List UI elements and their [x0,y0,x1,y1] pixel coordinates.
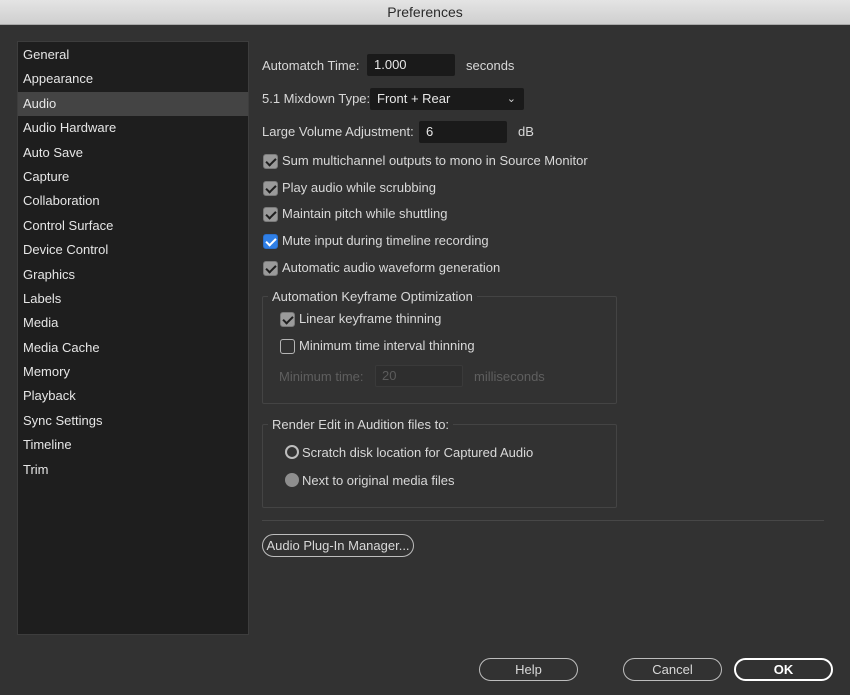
checkbox-icon[interactable] [263,234,278,249]
radio-next-to-media-label: Next to original media files [302,473,455,488]
render-audition-group [262,424,617,508]
min-time-unit: milliseconds [474,369,545,384]
checkbox-maintain-pitch[interactable]: Maintain pitch while shuttling [263,206,593,223]
checkbox-label: Mute input during timeline recording [282,233,489,248]
min-time-label: Minimum time: [279,369,364,384]
automatch-input[interactable]: 1.000 [367,54,455,76]
checkbox-icon[interactable] [280,312,295,327]
mixdown-select[interactable]: Front + Rear ⌄ [370,88,524,110]
checkbox-icon[interactable] [263,154,278,169]
sidebar-item-timeline[interactable]: Timeline [18,433,248,457]
chevron-down-icon: ⌄ [506,93,516,105]
checkbox-label: Maintain pitch while shuttling [282,206,448,221]
mixdown-label: 5.1 Mixdown Type: [262,91,371,106]
sidebar-item-audio-hardware[interactable]: Audio Hardware [18,116,248,140]
sidebar-item-playback[interactable]: Playback [18,384,248,408]
radio-next-to-media[interactable] [285,473,299,487]
sidebar-item-labels[interactable]: Labels [18,287,248,311]
checkbox-icon[interactable] [263,207,278,222]
mixdown-value: Front + Rear [377,91,451,106]
render-group-title: Render Edit in Audition files to: [268,417,454,432]
audio-plugin-manager-button[interactable]: Audio Plug-In Manager... [262,534,414,557]
checkbox-label: Sum multichannel outputs to mono in Sour… [282,153,588,168]
sidebar-item-general[interactable]: General [18,43,248,67]
volume-label: Large Volume Adjustment: [262,124,414,139]
volume-unit: dB [518,124,534,139]
sidebar-item-appearance[interactable]: Appearance [18,67,248,91]
sidebar-item-capture[interactable]: Capture [18,165,248,189]
sidebar-item-auto-save[interactable]: Auto Save [18,141,248,165]
automatch-unit: seconds [466,58,515,73]
sidebar-item-collaboration[interactable]: Collaboration [18,189,248,213]
checkbox-sum-multichannel[interactable]: Sum multichannel outputs to mono in Sour… [263,153,593,170]
ok-button[interactable]: OK [734,658,833,681]
checkbox-play-scrubbing[interactable]: Play audio while scrubbing [263,180,593,197]
sidebar-item-media-cache[interactable]: Media Cache [18,336,248,360]
checkbox-label: Play audio while scrubbing [282,180,436,195]
checkbox-label: Minimum time interval thinning [299,338,475,353]
sidebar-item-device-control[interactable]: Device Control [18,238,248,262]
sidebar-item-graphics[interactable]: Graphics [18,263,248,287]
sidebar-item-audio[interactable]: Audio [18,91,248,117]
help-button[interactable]: Help [479,658,578,681]
sidebar-item-media[interactable]: Media [18,311,248,335]
radio-scratch-disk-label: Scratch disk location for Captured Audio [302,445,534,460]
checkbox-icon[interactable] [280,339,295,354]
sidebar-item-sync-settings[interactable]: Sync Settings [18,409,248,433]
checkbox-minimum-interval[interactable]: Minimum time interval thinning [280,338,580,355]
checkbox-label: Linear keyframe thinning [299,311,442,326]
checkbox-waveform[interactable]: Automatic audio waveform generation [263,260,593,277]
checkbox-icon[interactable] [263,181,278,196]
preferences-sidebar: General Appearance Audio Audio Hardware Auto… [17,41,249,635]
sidebar-item-control-surface[interactable]: Control Surface [18,214,248,238]
sidebar-item-memory[interactable]: Memory [18,360,248,384]
checkbox-label: Automatic audio waveform generation [282,260,501,275]
automatch-label: Automatch Time: [262,58,360,73]
checkbox-mute-input[interactable]: Mute input during timeline recording [263,233,593,250]
radio-scratch-disk[interactable] [285,445,299,459]
checkbox-icon[interactable] [263,261,278,276]
volume-input[interactable]: 6 [419,121,507,143]
cancel-button[interactable]: Cancel [623,658,722,681]
keyframe-group-title: Automation Keyframe Optimization [268,289,477,304]
sidebar-item-trim[interactable]: Trim [18,458,248,482]
window-title: Preferences [0,0,850,25]
section-divider [262,520,824,521]
min-time-input: 20 [375,365,463,387]
checkbox-linear-thinning[interactable]: Linear keyframe thinning [280,311,580,328]
sidebar-list: General Appearance Audio Audio Hardware Auto… [18,42,248,482]
